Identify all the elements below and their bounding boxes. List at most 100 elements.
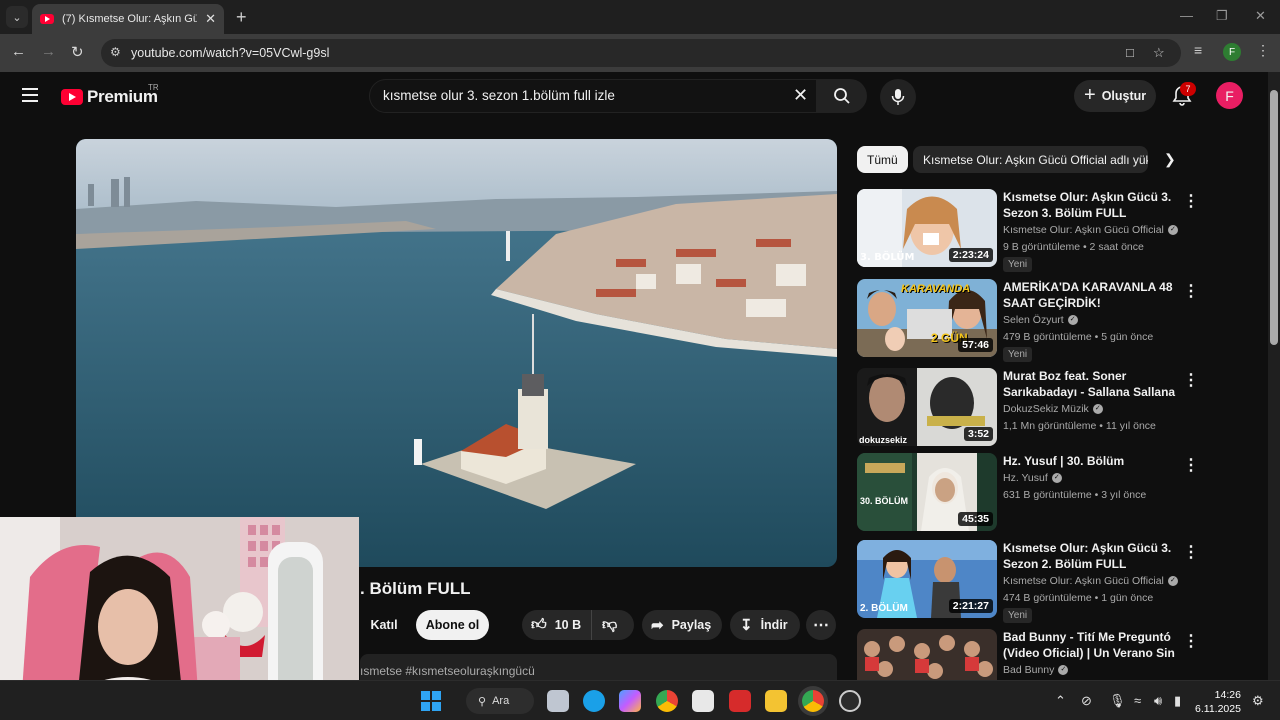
channel-name[interactable]: Hz. Yusuf ✓ bbox=[1003, 472, 1062, 484]
chrome-icon[interactable] bbox=[656, 690, 678, 712]
recommendation-title[interactable]: Bad Bunny - Tití Me Preguntó (Video Ofic… bbox=[1003, 629, 1178, 661]
recommendation-item[interactable]: Bad Bunny - Tití Me Preguntó (Video Ofic… bbox=[857, 629, 1197, 680]
taskbar-search[interactable]: ⚲ Ara bbox=[466, 688, 534, 714]
video-thumbnail[interactable]: 3. BÖLÜM 2:23:24 bbox=[857, 189, 997, 267]
thumbnail-overlay-text: 2. BÖLÜM bbox=[860, 603, 908, 614]
video-title: . Bölüm FULL bbox=[360, 579, 471, 598]
join-button[interactable]: Katıl bbox=[360, 610, 408, 640]
more-vertical-icon[interactable]: ⋮ bbox=[1183, 281, 1199, 301]
video-thumbnail[interactable]: KARAVANDA 2 GÜN 57:46 bbox=[857, 279, 997, 357]
new-tab-icon[interactable]: + bbox=[236, 7, 247, 28]
site-info-icon[interactable]: ⚙ bbox=[110, 45, 121, 59]
video-player[interactable] bbox=[76, 139, 837, 567]
file-explorer-icon[interactable] bbox=[765, 690, 787, 712]
recommendation-item[interactable]: 30. BÖLÜM 45:35 Hz. Yusuf | 30. Bölüm Hz… bbox=[857, 453, 1199, 531]
video-frame bbox=[76, 139, 837, 567]
recommendation-item[interactable]: 2. BÖLÜM 2:21:27 Kısmetse Olur: Aşkın Gü… bbox=[857, 540, 1199, 623]
reload-icon[interactable]: ↻ bbox=[71, 43, 84, 61]
url-text: youtube.com/watch?v=05VCwl-g9sl bbox=[131, 46, 330, 60]
channel-name[interactable]: Kısmetse Olur: Aşkın Gücü Official ✓ bbox=[1003, 224, 1178, 236]
chip-all[interactable]: Tümü bbox=[857, 146, 908, 173]
video-duration: 45:35 bbox=[958, 512, 993, 526]
recommendation-title[interactable]: Kısmetse Olur: Aşkın Gücü 3. Sezon 2. Bö… bbox=[1003, 540, 1178, 572]
windows-start-icon[interactable] bbox=[420, 690, 442, 712]
clear-search-icon[interactable]: ✕ bbox=[793, 85, 808, 106]
recommendation-title[interactable]: AMERİKA'DA KARAVANLA 48 SAAT GEÇİRDİK! (… bbox=[1003, 279, 1178, 311]
volume-icon[interactable]: 🔊︎ bbox=[1154, 693, 1162, 709]
video-thumbnail[interactable]: 2. BÖLÜM 2:21:27 bbox=[857, 540, 997, 618]
browser-tab[interactable]: (7) Kısmetse Olur: Aşkın Gücü 3 ✕ bbox=[32, 4, 224, 34]
forward-icon[interactable]: → bbox=[41, 43, 56, 60]
tab-close-icon[interactable]: ✕ bbox=[205, 11, 216, 27]
address-bar[interactable]: ⚙ youtube.com/watch?v=05VCwl-g9sl □ ☆ bbox=[101, 39, 1181, 67]
more-vertical-icon[interactable]: ⋮ bbox=[1183, 370, 1199, 390]
wps-office-icon[interactable] bbox=[729, 690, 751, 712]
guide-menu-icon[interactable] bbox=[22, 88, 38, 102]
more-vertical-icon[interactable]: ⋮ bbox=[1183, 542, 1199, 562]
camera-off-icon[interactable]: ⊘ bbox=[1081, 693, 1092, 709]
chevron-right-icon[interactable]: ❯ bbox=[1164, 151, 1176, 168]
search-box[interactable]: kısmetse olur 3. sezon 1.bölüm full izle… bbox=[369, 79, 817, 113]
video-duration: 57:46 bbox=[958, 338, 993, 352]
chip-channel-uploads[interactable]: Kısmetse Olur: Aşkın Gücü Official adlı … bbox=[913, 146, 1148, 173]
notification-center-icon[interactable]: ⚙ bbox=[1252, 693, 1264, 709]
recommendation-title[interactable]: Hz. Yusuf | 30. Bölüm bbox=[1003, 453, 1178, 469]
thumbnail-image bbox=[857, 629, 997, 680]
channel-name[interactable]: Bad Bunny ✓ bbox=[1003, 664, 1069, 676]
window-close-icon[interactable]: ✕ bbox=[1255, 8, 1266, 24]
verified-icon: ✓ bbox=[1167, 225, 1178, 236]
back-icon[interactable]: ← bbox=[11, 43, 26, 60]
more-vertical-icon[interactable]: ⋮ bbox=[1183, 191, 1199, 211]
recommendation-title[interactable]: Murat Boz feat. Soner Sarıkabadayı - Sal… bbox=[1003, 368, 1178, 400]
download-button[interactable]: ↧ İndir bbox=[730, 610, 800, 640]
system-clock[interactable]: 14:26 6.11.2025 bbox=[1195, 688, 1241, 716]
verified-icon: ✓ bbox=[1058, 665, 1069, 676]
share-button[interactable]: ➦ Paylaş bbox=[642, 610, 722, 640]
task-view-icon[interactable] bbox=[547, 690, 569, 712]
tray-overflow-chevron-icon[interactable]: ⌃ bbox=[1055, 693, 1066, 709]
scrollbar-thumb[interactable] bbox=[1270, 90, 1278, 345]
voice-search-button[interactable] bbox=[880, 79, 916, 115]
wifi-icon[interactable]: ≈ bbox=[1134, 693, 1141, 708]
recommendation-title[interactable]: Kısmetse Olur: Aşkın Gücü 3. Sezon 3. Bö… bbox=[1003, 189, 1178, 221]
search-button[interactable] bbox=[817, 79, 867, 113]
open-in-app-icon[interactable]: □ bbox=[1126, 45, 1134, 60]
search-icon bbox=[834, 88, 850, 104]
video-thumbnail[interactable] bbox=[857, 629, 997, 680]
thumbs-down-icon[interactable]: 👎︎ bbox=[602, 616, 617, 634]
reading-list-icon[interactable]: ≡ bbox=[1194, 42, 1202, 58]
browser-profile-avatar[interactable]: F bbox=[1223, 43, 1241, 61]
like-button[interactable]: 👍︎ 10 B bbox=[522, 610, 592, 640]
account-avatar[interactable]: F bbox=[1216, 82, 1243, 109]
bookmark-star-icon[interactable]: ☆ bbox=[1153, 45, 1165, 61]
subscribe-button[interactable]: Abone ol bbox=[416, 610, 489, 640]
maximize-icon[interactable]: ❐ bbox=[1216, 8, 1228, 24]
video-thumbnail[interactable]: 30. BÖLÜM 45:35 bbox=[857, 453, 997, 531]
obs-studio-icon[interactable] bbox=[839, 690, 861, 712]
battery-icon[interactable]: ▮ bbox=[1174, 693, 1181, 709]
browser-menu-icon[interactable]: ⋮ bbox=[1256, 42, 1270, 59]
channel-name[interactable]: DokuzSekiz Müzik ✓ bbox=[1003, 403, 1103, 415]
edge-browser-icon[interactable] bbox=[583, 690, 605, 712]
new-badge: Yeni bbox=[1003, 347, 1033, 362]
chrome-active-icon[interactable] bbox=[802, 690, 824, 712]
microsoft-store-icon[interactable] bbox=[692, 690, 714, 712]
video-thumbnail[interactable]: dokuzsekiz 3:52 bbox=[857, 368, 997, 446]
recommendation-item[interactable]: KARAVANDA 2 GÜN 57:46 AMERİKA'DA KARAVAN… bbox=[857, 279, 1199, 362]
video-meta: 9 B görüntüleme • 2 saat önce bbox=[1003, 241, 1144, 253]
page-scrollbar[interactable] bbox=[1268, 72, 1280, 680]
recommendation-item[interactable]: dokuzsekiz 3:52 Murat Boz feat. Soner Sa… bbox=[857, 368, 1199, 446]
channel-name[interactable]: Selen Özyurt ✓ bbox=[1003, 314, 1078, 326]
channel-name[interactable]: Kısmetse Olur: Aşkın Gücü Official ✓ bbox=[1003, 575, 1178, 587]
copilot-icon[interactable] bbox=[619, 690, 641, 712]
minimize-icon[interactable]: — bbox=[1180, 8, 1193, 23]
more-vertical-icon[interactable]: ⋮ bbox=[1183, 455, 1199, 475]
more-vertical-icon[interactable]: ⋮ bbox=[1183, 631, 1197, 651]
more-actions-button[interactable]: ⋯ bbox=[806, 610, 836, 640]
microphone-tray-icon[interactable]: 🎙︎ bbox=[1109, 693, 1126, 709]
search-input[interactable]: kısmetse olur 3. sezon 1.bölüm full izle bbox=[383, 88, 615, 103]
youtube-premium-logo[interactable]: Premium TR bbox=[61, 83, 159, 107]
create-button[interactable]: + Oluştur bbox=[1074, 80, 1156, 112]
tab-search-chevron-icon[interactable]: ⌄ bbox=[6, 6, 28, 28]
recommendation-item[interactable]: 3. BÖLÜM 2:23:24 Kısmetse Olur: Aşkın Gü… bbox=[857, 189, 1199, 272]
